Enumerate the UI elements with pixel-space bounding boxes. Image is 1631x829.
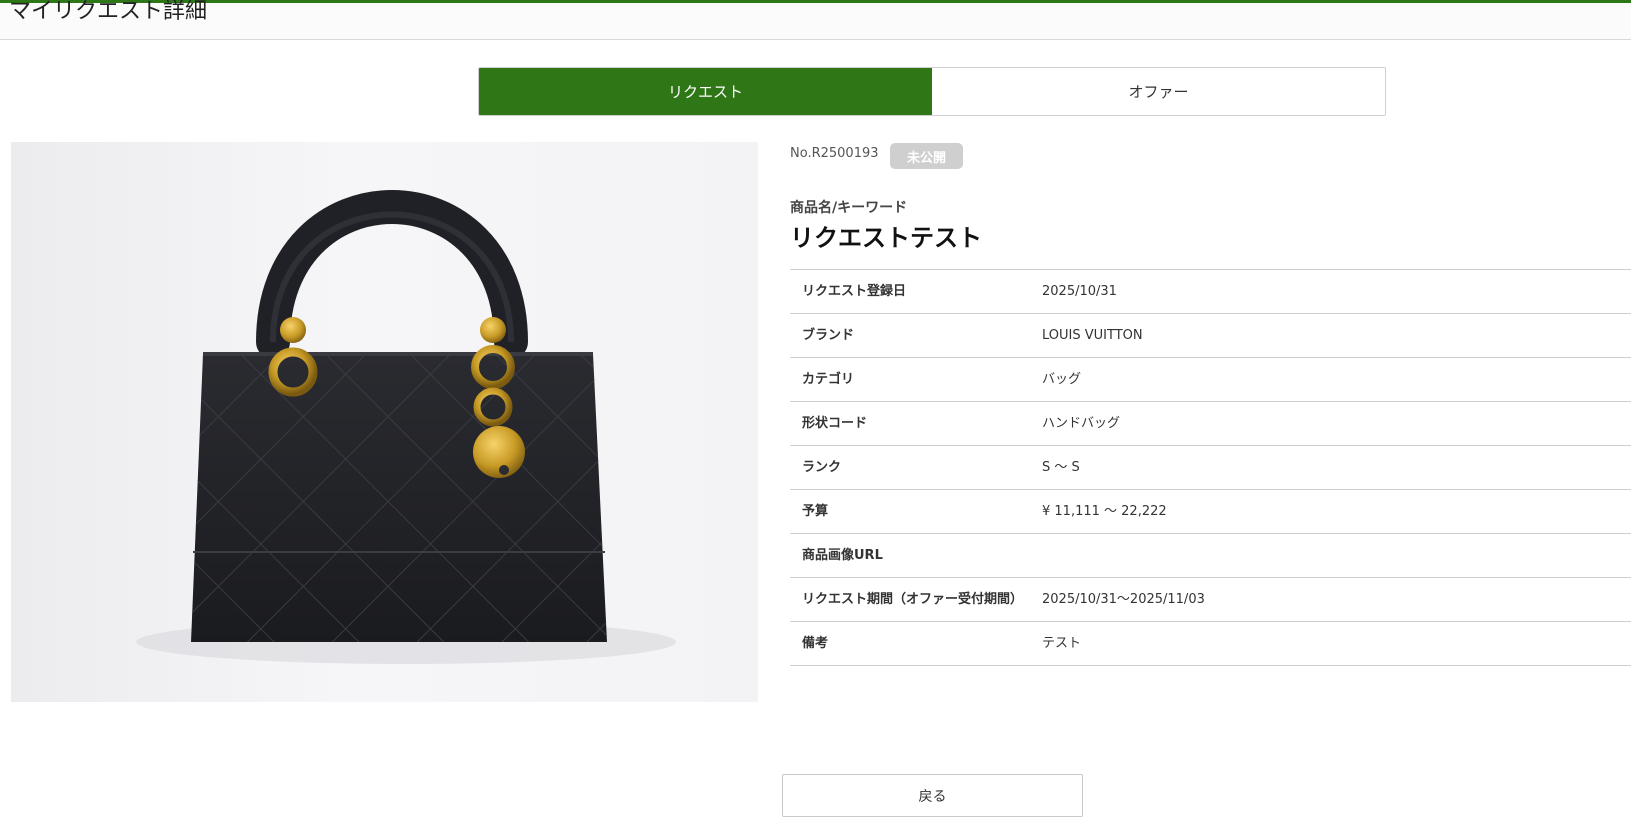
detail-row-image-url: 商品画像URL	[790, 534, 1631, 578]
tab-bar: リクエスト オファー	[478, 67, 1386, 116]
request-number: No.R2500193	[790, 146, 879, 161]
detail-row-registered-date: リクエスト登録日 2025/10/31	[790, 270, 1631, 314]
product-name: リクエストテスト	[790, 224, 982, 252]
detail-label: 予算	[802, 504, 829, 519]
detail-label: 備考	[802, 636, 829, 651]
keyword-label: 商品名/キーワード	[790, 200, 908, 216]
detail-label: リクエスト登録日	[802, 284, 907, 299]
detail-value: S 〜 S	[1042, 460, 1080, 475]
detail-value: LOUIS VUITTON	[1042, 328, 1143, 343]
detail-label: カテゴリ	[802, 372, 855, 387]
detail-table: リクエスト登録日 2025/10/31 ブランド LOUIS VUITTON カ…	[790, 269, 1631, 666]
back-button[interactable]: 戻る	[782, 774, 1083, 817]
detail-label: 形状コード	[802, 416, 868, 431]
detail-row-budget: 予算 ¥ 11,111 〜 22,222	[790, 490, 1631, 534]
tab-request[interactable]: リクエスト	[479, 68, 932, 115]
page-header: マイリクエスト詳細	[0, 0, 1631, 40]
detail-row-shape-code: 形状コード ハンドバッグ	[790, 402, 1631, 446]
product-image	[11, 142, 758, 702]
detail-value: 2025/10/31	[1042, 284, 1117, 299]
detail-value: ハンドバッグ	[1042, 416, 1121, 431]
detail-value: バッグ	[1042, 372, 1082, 387]
detail-label: 商品画像URL	[802, 548, 883, 563]
detail-row-category: カテゴリ バッグ	[790, 358, 1631, 402]
detail-row-request-period: リクエスト期間（オファー受付期間） 2025/10/31〜2025/11/03	[790, 578, 1631, 622]
tab-offer[interactable]: オファー	[932, 68, 1385, 115]
detail-row-remarks: 備考 テスト	[790, 622, 1631, 666]
detail-label: ランク	[802, 460, 842, 475]
page-title: マイリクエスト詳細	[9, 0, 208, 24]
detail-row-brand: ブランド LOUIS VUITTON	[790, 314, 1631, 358]
handbag-illustration	[136, 190, 676, 664]
detail-label: リクエスト期間（オファー受付期間）	[802, 592, 1024, 607]
status-badge: 未公開	[890, 143, 963, 169]
detail-value: テスト	[1042, 636, 1082, 651]
detail-row-rank: ランク S 〜 S	[790, 446, 1631, 490]
detail-label: ブランド	[802, 328, 855, 343]
detail-value: 2025/10/31〜2025/11/03	[1042, 592, 1205, 607]
detail-value: ¥ 11,111 〜 22,222	[1042, 504, 1167, 519]
